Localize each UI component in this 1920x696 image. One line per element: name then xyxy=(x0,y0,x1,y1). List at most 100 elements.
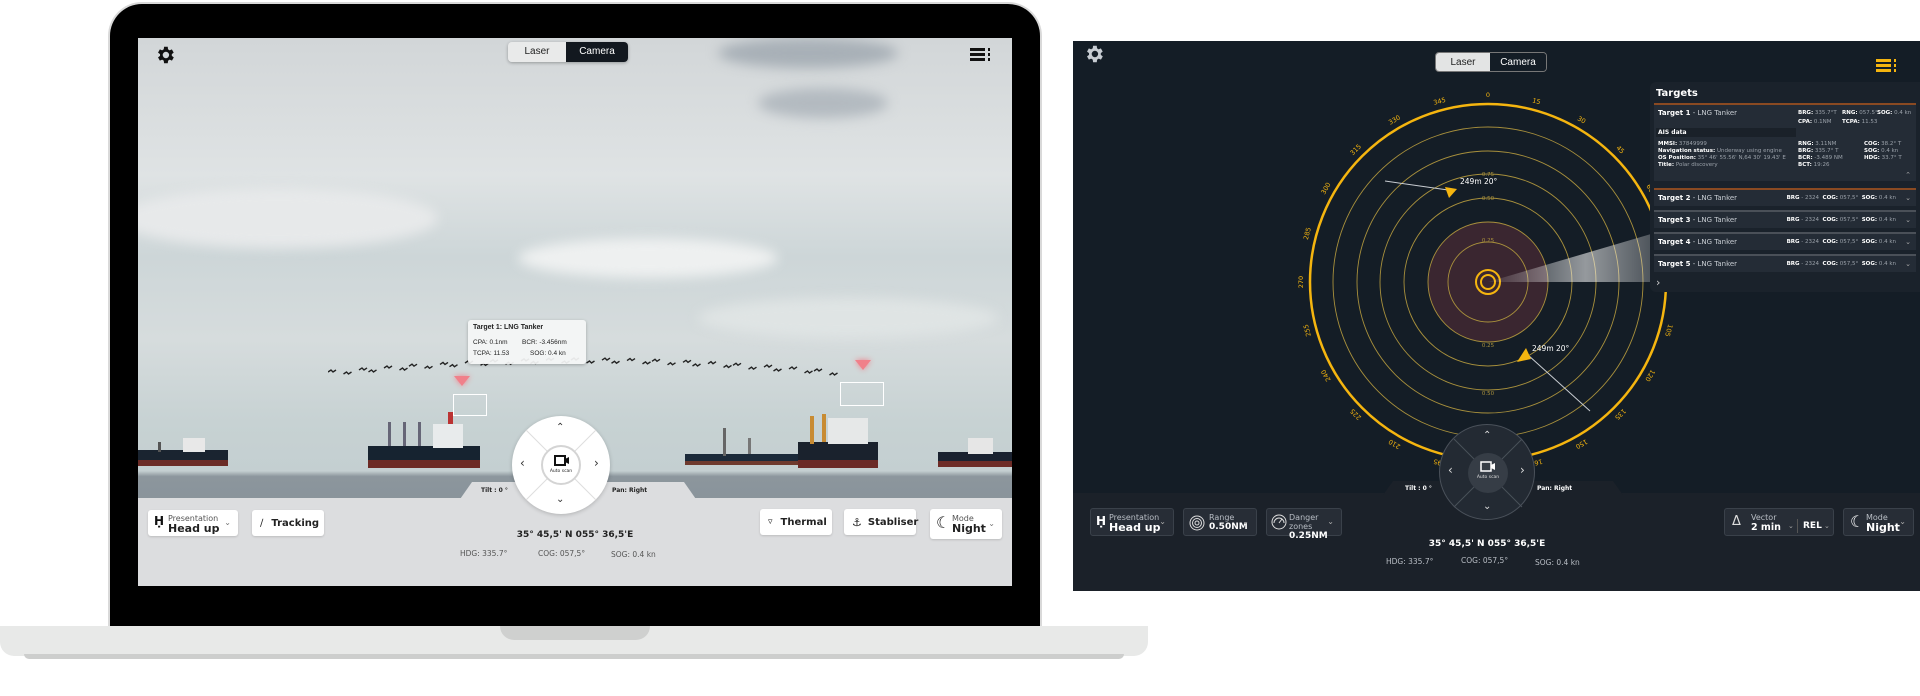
bird xyxy=(399,367,408,371)
sog-readout: SOG: 0.4 kn xyxy=(611,550,656,559)
cog-key: COG: xyxy=(1822,239,1838,245)
laptop-mockup: Target 1: LNG Tanker CPA: 0.1nm BCR: -3.… xyxy=(0,0,1160,696)
range-ring-label: 0.25 xyxy=(1482,238,1495,244)
bird xyxy=(601,357,611,361)
pan-left-button[interactable]: ‹ xyxy=(1448,463,1453,477)
bearing-label: 240 xyxy=(1319,368,1332,383)
sog-value: 0.4 kn xyxy=(1877,261,1896,267)
range-dropdown[interactable]: Range 0.50NM ⌄ xyxy=(1183,508,1257,536)
chevron-down-icon[interactable]: ⌄ xyxy=(1905,260,1911,268)
target-marker-icon[interactable] xyxy=(454,376,470,386)
cog-value: 057,5° xyxy=(1837,239,1859,245)
pan-right-button[interactable]: › xyxy=(1520,463,1525,477)
tilt-down-button[interactable]: ⌄ xyxy=(556,494,564,505)
cog-value: 057,5° xyxy=(1837,217,1859,223)
brg-key: BRG xyxy=(1786,239,1800,245)
range-ring-label: 0.25 xyxy=(1482,343,1495,349)
joystick[interactable]: ⌃ ⌄ ‹ › Auto scan xyxy=(512,416,610,514)
head-up-icon: Ḥ xyxy=(154,514,165,528)
bearing-label: 270 xyxy=(1297,276,1305,288)
chevron-up-icon[interactable]: ⌃ xyxy=(1905,171,1911,179)
tab-camera[interactable]: Camera xyxy=(1490,53,1546,71)
brg-value: 335.7°T xyxy=(1813,110,1837,116)
cog-value: 057,5° xyxy=(1837,261,1859,267)
sog-value: 0.4 kn xyxy=(1892,110,1912,116)
ais-key: BCR: xyxy=(1798,155,1813,161)
danger-zones-dropdown[interactable]: Danger zones 0.25NM ⌄ xyxy=(1266,508,1342,541)
tracking-label: Tracking xyxy=(271,517,320,529)
targets-title: Targets xyxy=(1656,88,1698,99)
tilt-up-button[interactable]: ⌃ xyxy=(556,422,564,433)
gear-icon[interactable] xyxy=(1083,43,1105,65)
tilt-down-button[interactable]: ⌄ xyxy=(1483,501,1491,512)
ais-field: Title: Polar discovery xyxy=(1658,162,1718,169)
sog-readout: SOG: 0.4 kn xyxy=(1535,558,1580,567)
sog-value: 0.4 kn xyxy=(1877,195,1896,201)
moon-icon: ☾ xyxy=(1850,512,1865,531)
hdg-readout: HDG: 335.7° xyxy=(1386,557,1434,566)
vector-mode-value[interactable]: REL xyxy=(1803,521,1822,531)
vector-dropdown[interactable]: Δ Vector 2 min ⌄ REL ⌄ xyxy=(1724,508,1834,536)
target-box[interactable] xyxy=(453,394,487,416)
chevron-down-icon[interactable]: ⌄ xyxy=(1905,194,1911,202)
target-row[interactable]: Target 2 - LNG Tanker BRG - 2324 COG: 05… xyxy=(1654,188,1916,206)
brg-key: BRG xyxy=(1786,217,1800,223)
ais-key: OS Position: xyxy=(1658,155,1696,161)
bird xyxy=(732,362,742,367)
target-row[interactable]: Target 3 - LNG Tanker BRG - 2324 COG: 05… xyxy=(1654,210,1916,228)
chevron-down-icon: ⌄ xyxy=(1327,517,1334,526)
bird-flock xyxy=(328,357,838,376)
pan-right-button[interactable]: › xyxy=(594,456,599,470)
chevron-down-icon[interactable]: ⌄ xyxy=(1905,238,1911,246)
target-triangle-icon[interactable] xyxy=(1445,187,1457,198)
target-marker-icon[interactable] xyxy=(855,360,871,370)
target-card-expanded[interactable]: Target 1 - LNG Tanker BRG: 335.7°T RNG: … xyxy=(1654,103,1916,181)
panel-collapse-chevron-icon[interactable]: › xyxy=(1656,276,1660,289)
chevron-down-icon[interactable]: ⌄ xyxy=(1905,216,1911,224)
ais-value: 35° 46' 55.56' N,64 30' 19.43' E xyxy=(1695,155,1786,161)
bearing-label: 150 xyxy=(1574,437,1589,450)
joystick[interactable]: ⌃ ⌄ ‹ › Auto scan xyxy=(1439,424,1535,520)
tcpa-value: 11.53 xyxy=(1859,119,1878,125)
mode-tab-group: Laser Camera xyxy=(1435,52,1547,72)
list-menu-icon[interactable] xyxy=(970,48,990,62)
target-row[interactable]: Target 5 - LNG Tanker BRG - 2324 COG: 05… xyxy=(1654,254,1916,272)
cpa-value: 0.1NM xyxy=(1812,119,1832,125)
video-camera-icon xyxy=(554,455,569,466)
presentation-dropdown[interactable]: Ḥ Presentation Head up ⌄ xyxy=(1090,508,1174,536)
tab-laser[interactable]: Laser xyxy=(508,42,566,62)
target-box[interactable] xyxy=(840,382,884,406)
target-triangle-icon[interactable] xyxy=(1517,348,1531,362)
target-type: - LNG Tanker xyxy=(1690,216,1738,224)
ship xyxy=(938,438,1012,467)
gear-icon[interactable] xyxy=(154,44,176,66)
tab-laser[interactable]: Laser xyxy=(1436,53,1490,71)
ship xyxy=(798,414,878,468)
ais-field: OS Position: 35° 46' 55.56' N,64 30' 19.… xyxy=(1658,155,1786,162)
mode-dropdown[interactable]: ☾ Mode Night ⌄ xyxy=(1843,508,1914,536)
stabliser-label: Stabliser xyxy=(867,516,919,528)
target-type: - LNG Tanker xyxy=(1690,238,1738,246)
cog-key: COG: xyxy=(1822,217,1838,223)
tilt-up-button[interactable]: ⌃ xyxy=(1483,430,1491,441)
chevron-down-icon: ⌄ xyxy=(1899,517,1906,526)
tab-camera[interactable]: Camera xyxy=(566,42,628,62)
popup-bcr: BCR: -3.456nm xyxy=(522,339,567,346)
pan-left-button[interactable]: ‹ xyxy=(520,456,525,470)
thermal-label: Thermal xyxy=(780,516,827,528)
target-name: Target 5 xyxy=(1658,260,1691,268)
range-rings-icon xyxy=(1189,515,1205,531)
list-menu-icon[interactable] xyxy=(1876,59,1896,73)
camera-view-screen: Target 1: LNG Tanker CPA: 0.1nm BCR: -3.… xyxy=(138,38,1012,586)
ais-field: HDG: 33.7° T xyxy=(1864,155,1902,162)
popup-cpa: CPA: 0.1nm xyxy=(473,339,508,346)
position-readout: 35° 45,5' N 055° 36,5'E xyxy=(1428,539,1546,549)
target-row[interactable]: Target 4 - LNG Tanker BRG - 2324 COG: 05… xyxy=(1654,232,1916,250)
auto-scan-button[interactable]: Auto scan xyxy=(1468,453,1508,493)
ais-field: Navigation status: Underway using engine xyxy=(1658,148,1782,155)
auto-scan-button[interactable]: Auto scan xyxy=(541,445,581,485)
chevron-down-icon[interactable]: ⌄ xyxy=(1788,522,1794,530)
bird xyxy=(383,365,393,369)
bird xyxy=(343,371,352,375)
range-ring-label: 0.50 xyxy=(1482,391,1495,397)
